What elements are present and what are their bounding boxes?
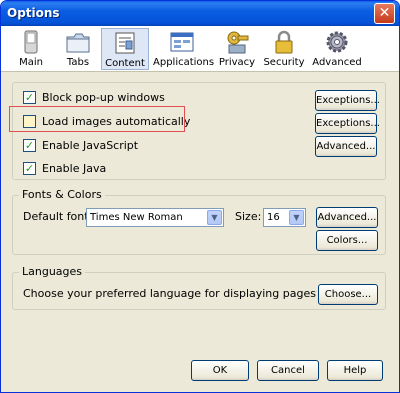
languages-group-label: Languages <box>19 265 86 278</box>
tab-content[interactable]: Content <box>101 28 149 70</box>
window-title: Options <box>7 6 60 20</box>
languages-group: Languages Choose your preferred language… <box>12 265 386 310</box>
default-font-value: Times New Roman <box>90 212 183 223</box>
tab-advanced[interactable]: Advanced <box>311 28 363 70</box>
cancel-button[interactable]: Cancel <box>257 360 319 381</box>
enable-javascript-label: Enable JavaScript <box>42 139 139 152</box>
font-size-select[interactable]: 16 ▼ <box>263 208 306 227</box>
title-bar[interactable]: Options ✕ <box>1 1 399 26</box>
fonts-colors-group-label: Fonts & Colors <box>19 188 105 201</box>
privacy-key-icon <box>227 31 249 54</box>
tab-privacy[interactable]: Privacy <box>217 28 257 70</box>
tab-applications-label: Applications <box>153 57 215 68</box>
tab-security[interactable]: Security <box>263 28 305 70</box>
size-label: Size: <box>235 210 262 223</box>
fonts-colors-group: Fonts & Colors Default font: Times New R… <box>12 188 386 255</box>
tab-main[interactable]: Main <box>11 28 51 70</box>
chevron-down-icon: ▼ <box>207 210 222 225</box>
tab-main-label: Main <box>19 57 43 68</box>
languages-description: Choose your preferred language for displ… <box>23 287 316 300</box>
javascript-advanced-button[interactable]: Advanced... <box>315 136 377 157</box>
applications-window-icon <box>170 32 194 52</box>
colors-button[interactable]: Colors... <box>316 230 378 251</box>
fonts-advanced-button[interactable]: Advanced... <box>316 207 378 228</box>
close-button[interactable]: ✕ <box>374 3 395 24</box>
choose-language-button[interactable]: Choose... <box>318 284 378 305</box>
gear-icon <box>326 31 348 53</box>
tab-content-label: Content <box>105 58 145 69</box>
folder-tabs-icon <box>66 33 90 53</box>
chevron-down-icon: ▼ <box>289 210 304 225</box>
content-page-icon <box>115 32 135 54</box>
enable-java-checkbox[interactable]: ✓ <box>23 162 36 175</box>
block-popups-checkbox[interactable]: ✓ <box>23 91 36 104</box>
help-button[interactable]: Help <box>327 360 383 381</box>
highlight-annotation-box <box>9 106 185 132</box>
options-dialog: Options ✕ Main Tabs Content Applications… <box>0 0 400 393</box>
block-popups-label: Block pop-up windows <box>42 91 165 104</box>
tab-tabs[interactable]: Tabs <box>57 28 99 70</box>
enable-java-label: Enable Java <box>42 162 107 175</box>
default-font-select[interactable]: Times New Roman ▼ <box>86 208 224 227</box>
tab-privacy-label: Privacy <box>218 57 256 68</box>
enable-javascript-checkbox[interactable]: ✓ <box>23 139 36 152</box>
tab-applications[interactable]: Applications <box>153 28 215 70</box>
popup-exceptions-button[interactable]: Exceptions... <box>315 90 380 111</box>
ok-button[interactable]: OK <box>191 360 249 381</box>
tab-advanced-label: Advanced <box>312 57 362 68</box>
default-font-label: Default font: <box>23 210 93 223</box>
preferences-toolbar: Main Tabs Content Applications Privacy S… <box>1 26 399 72</box>
image-exceptions-button[interactable]: Exceptions... <box>315 113 380 134</box>
font-size-value: 16 <box>267 212 280 223</box>
tab-security-label: Security <box>263 57 305 68</box>
tab-tabs-label: Tabs <box>66 57 90 68</box>
switch-icon <box>24 30 38 54</box>
padlock-icon <box>275 30 293 54</box>
